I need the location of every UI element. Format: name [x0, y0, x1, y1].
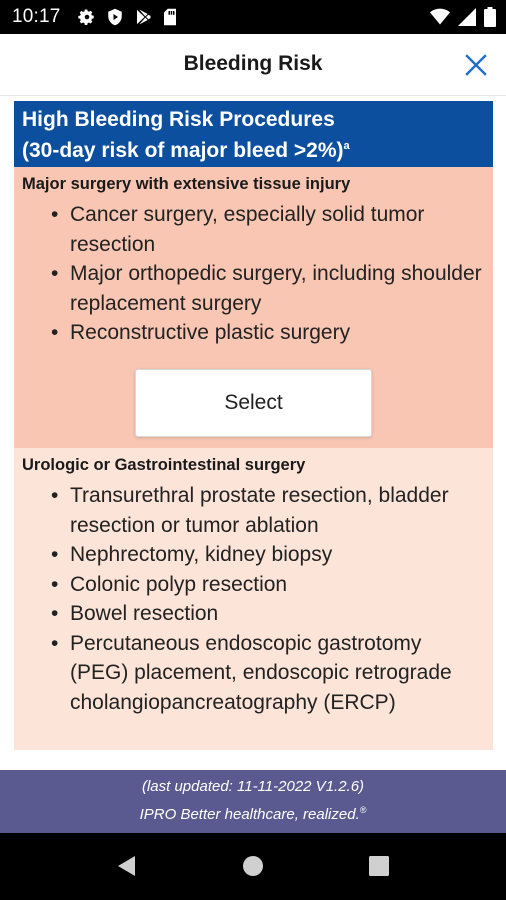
- footnote-marker: a: [343, 140, 350, 152]
- list-item: Percutaneous endoscopic gastrotomy (PEG)…: [22, 629, 485, 718]
- signal-icon: [458, 8, 476, 26]
- battery-icon: [484, 7, 496, 27]
- tagline-text: IPRO Better healthcare, realized.: [139, 806, 360, 823]
- wifi-icon: [430, 8, 450, 26]
- registered-mark: ®: [359, 805, 367, 815]
- section-title-line2-text: (30-day risk of major bleed >2%): [22, 139, 344, 162]
- status-bar: 10:17: [0, 0, 506, 34]
- close-button[interactable]: [462, 51, 490, 79]
- group-title: Urologic or Gastrointestinal surgery: [22, 456, 306, 474]
- close-icon: [465, 54, 487, 76]
- page-title: Bleeding Risk: [183, 52, 323, 75]
- list-item: Nephrectomy, kidney biopsy: [22, 540, 485, 570]
- tagline: IPRO Better healthcare, realized.®: [0, 805, 506, 823]
- home-button[interactable]: [242, 855, 264, 882]
- shield-play-icon: [106, 8, 124, 26]
- play-store-icon: [134, 8, 152, 26]
- list-item: Reconstructive plastic surgery: [22, 318, 485, 348]
- gear-icon: [78, 8, 96, 26]
- last-updated-text: (last updated: 11-11-2022 V1.2.6): [141, 778, 365, 795]
- group-urologic-gi-surgery: Urologic or Gastrointestinal surgery Tra…: [14, 448, 493, 750]
- content-panel: High Bleeding Risk Procedures (30-day ri…: [14, 101, 493, 750]
- list-item: Colonic polyp resection: [22, 570, 485, 600]
- select-button[interactable]: Select: [135, 369, 372, 437]
- app-bar: Bleeding Risk: [0, 34, 506, 96]
- section-title-line1: High Bleeding Risk Procedures: [22, 108, 335, 131]
- system-nav-bar: [0, 833, 506, 900]
- section-title-line2: (30-day risk of major bleed >2%)a: [22, 133, 485, 164]
- procedure-list: Cancer surgery, especially solid tumor r…: [22, 200, 485, 348]
- list-item: Cancer surgery, especially solid tumor r…: [22, 200, 485, 259]
- list-item: Transurethral prostate resection, bladde…: [22, 481, 485, 540]
- section-header: High Bleeding Risk Procedures (30-day ri…: [14, 101, 493, 167]
- footer: (last updated: 11-11-2022 V1.2.6) IPRO B…: [0, 770, 506, 833]
- back-button[interactable]: [115, 854, 137, 883]
- list-item: Bowel resection: [22, 599, 485, 629]
- back-icon: [118, 856, 135, 876]
- sd-card-icon: [162, 8, 178, 26]
- recents-button[interactable]: [369, 856, 389, 881]
- status-right-icons: [430, 7, 496, 27]
- group-title: Major surgery with extensive tissue inju…: [22, 175, 351, 193]
- status-left-icons: [78, 8, 178, 26]
- list-item: Major orthopedic surgery, including shou…: [22, 259, 485, 318]
- home-icon: [243, 856, 263, 876]
- status-time: 10:17: [12, 6, 61, 27]
- procedure-list: Transurethral prostate resection, bladde…: [22, 481, 485, 717]
- recents-icon: [369, 856, 389, 876]
